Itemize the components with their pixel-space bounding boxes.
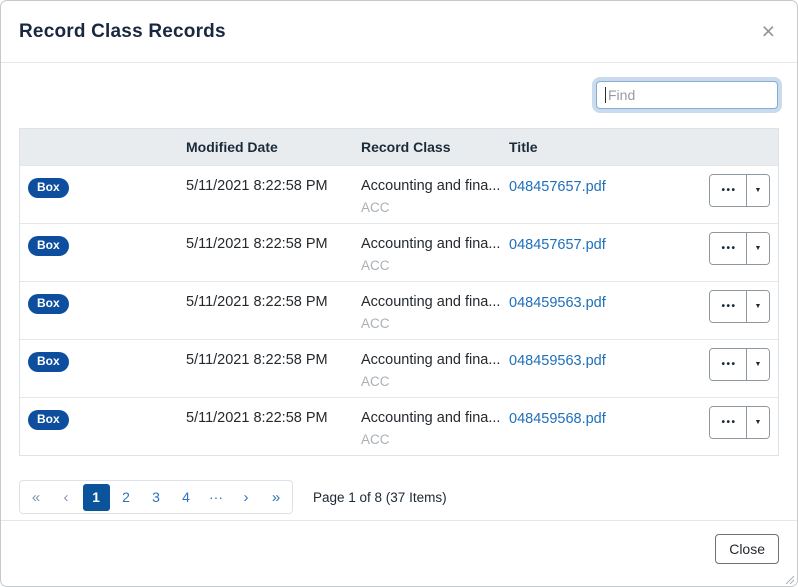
row-actions: ••• ▼ bbox=[709, 232, 770, 265]
pagination-row: « ‹ 1 2 3 4 ··· › » Page 1 of 8 (37 Item… bbox=[19, 480, 779, 514]
prev-page-button[interactable]: ‹ bbox=[53, 484, 80, 511]
document-link[interactable]: 048457657.pdf bbox=[509, 179, 606, 195]
ellipsis-icon: ••• bbox=[721, 244, 736, 254]
more-actions-button[interactable]: ••• bbox=[710, 349, 747, 380]
table-row: Box 5/11/2021 8:22:58 PM Accounting and … bbox=[20, 165, 778, 223]
caret-down-icon: ▼ bbox=[755, 303, 762, 310]
row-actions: ••• ▼ bbox=[709, 290, 770, 323]
record-class-records-dialog: Record Class Records × Modified Date Rec… bbox=[0, 0, 798, 587]
record-class-cell: Accounting and fina... ACC bbox=[361, 352, 509, 389]
caret-down-icon: ▼ bbox=[755, 245, 762, 252]
page-title: Record Class Records bbox=[19, 21, 226, 43]
row-actions: ••• ▼ bbox=[709, 348, 770, 381]
record-class-cell: Accounting and fina... ACC bbox=[361, 294, 509, 331]
caret-down-icon: ▼ bbox=[755, 419, 762, 426]
box-badge: Box bbox=[28, 236, 69, 256]
find-input[interactable] bbox=[596, 81, 778, 109]
find-input-wrapper bbox=[596, 81, 778, 109]
table-row: Box 5/11/2021 8:22:58 PM Accounting and … bbox=[20, 339, 778, 397]
box-badge: Box bbox=[28, 352, 69, 372]
document-link[interactable]: 048459568.pdf bbox=[509, 411, 606, 427]
record-class-code: ACC bbox=[361, 316, 509, 331]
last-page-button[interactable]: » bbox=[263, 484, 290, 511]
caret-down-icon: ▼ bbox=[755, 361, 762, 368]
more-actions-button[interactable]: ••• bbox=[710, 233, 747, 264]
record-class-cell: Accounting and fina... ACC bbox=[361, 410, 509, 447]
document-link[interactable]: 048459563.pdf bbox=[509, 295, 606, 311]
first-page-button[interactable]: « bbox=[23, 484, 50, 511]
page-ellipsis-button[interactable]: ··· bbox=[203, 484, 230, 511]
text-caret bbox=[605, 87, 606, 103]
document-link[interactable]: 048457657.pdf bbox=[509, 237, 606, 253]
ellipsis-icon: ••• bbox=[721, 302, 736, 312]
record-class-code: ACC bbox=[361, 200, 509, 215]
record-class-cell: Accounting and fina... ACC bbox=[361, 236, 509, 273]
next-page-button[interactable]: › bbox=[233, 484, 260, 511]
resize-grip[interactable] bbox=[783, 572, 795, 584]
close-button[interactable]: Close bbox=[715, 534, 779, 564]
column-header-record-class: Record Class bbox=[361, 139, 509, 155]
record-class-name: Accounting and fina... bbox=[361, 178, 509, 194]
box-badge: Box bbox=[28, 294, 69, 314]
more-actions-button[interactable]: ••• bbox=[710, 407, 747, 438]
modified-date-cell: 5/11/2021 8:22:58 PM bbox=[186, 178, 361, 194]
actions-dropdown-button[interactable]: ▼ bbox=[747, 407, 769, 438]
resize-grip-icon bbox=[783, 573, 795, 585]
close-icon[interactable]: × bbox=[762, 20, 775, 43]
row-actions: ••• ▼ bbox=[709, 174, 770, 207]
modified-date-cell: 5/11/2021 8:22:58 PM bbox=[186, 236, 361, 252]
row-actions: ••• ▼ bbox=[709, 406, 770, 439]
column-header-title: Title bbox=[509, 139, 709, 155]
page-button-2[interactable]: 2 bbox=[113, 484, 140, 511]
search-row bbox=[19, 81, 779, 109]
dialog-header: Record Class Records × bbox=[1, 1, 797, 63]
ellipsis-icon: ••• bbox=[721, 418, 736, 428]
record-class-code: ACC bbox=[361, 258, 509, 273]
record-class-cell: Accounting and fina... ACC bbox=[361, 178, 509, 215]
page-button-1[interactable]: 1 bbox=[83, 484, 110, 511]
dialog-footer: Close bbox=[1, 520, 797, 586]
table-row: Box 5/11/2021 8:22:58 PM Accounting and … bbox=[20, 223, 778, 281]
box-badge: Box bbox=[28, 410, 69, 430]
page-button-4[interactable]: 4 bbox=[173, 484, 200, 511]
record-class-code: ACC bbox=[361, 432, 509, 447]
pagination: « ‹ 1 2 3 4 ··· › » bbox=[19, 480, 293, 514]
box-badge: Box bbox=[28, 178, 69, 198]
actions-dropdown-button[interactable]: ▼ bbox=[747, 233, 769, 264]
table-header-row: Modified Date Record Class Title bbox=[20, 129, 778, 165]
page-info: Page 1 of 8 (37 Items) bbox=[313, 490, 447, 505]
actions-dropdown-button[interactable]: ▼ bbox=[747, 175, 769, 206]
record-class-name: Accounting and fina... bbox=[361, 236, 509, 252]
modified-date-cell: 5/11/2021 8:22:58 PM bbox=[186, 410, 361, 426]
record-class-name: Accounting and fina... bbox=[361, 410, 509, 426]
record-class-code: ACC bbox=[361, 374, 509, 389]
column-header-modified-date: Modified Date bbox=[186, 139, 361, 155]
page-button-3[interactable]: 3 bbox=[143, 484, 170, 511]
modified-date-cell: 5/11/2021 8:22:58 PM bbox=[186, 294, 361, 310]
more-actions-button[interactable]: ••• bbox=[710, 175, 747, 206]
more-actions-button[interactable]: ••• bbox=[710, 291, 747, 322]
table-row: Box 5/11/2021 8:22:58 PM Accounting and … bbox=[20, 281, 778, 339]
record-class-name: Accounting and fina... bbox=[361, 294, 509, 310]
dialog-body: Modified Date Record Class Title Box 5/1… bbox=[1, 63, 797, 520]
record-class-name: Accounting and fina... bbox=[361, 352, 509, 368]
ellipsis-icon: ••• bbox=[721, 186, 736, 196]
table-row: Box 5/11/2021 8:22:58 PM Accounting and … bbox=[20, 397, 778, 455]
document-link[interactable]: 048459563.pdf bbox=[509, 353, 606, 369]
actions-dropdown-button[interactable]: ▼ bbox=[747, 349, 769, 380]
actions-dropdown-button[interactable]: ▼ bbox=[747, 291, 769, 322]
records-table: Modified Date Record Class Title Box 5/1… bbox=[19, 128, 779, 456]
modified-date-cell: 5/11/2021 8:22:58 PM bbox=[186, 352, 361, 368]
caret-down-icon: ▼ bbox=[755, 187, 762, 194]
ellipsis-icon: ••• bbox=[721, 360, 736, 370]
